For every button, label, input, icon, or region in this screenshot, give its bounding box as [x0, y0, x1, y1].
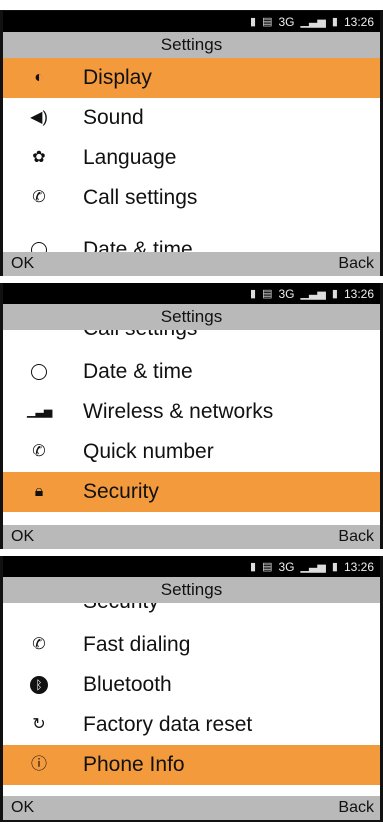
list-item-phone-info[interactable]: ⓘ Phone Info	[3, 745, 380, 785]
list-item-call-settings[interactable]: ✆ Call settings	[3, 178, 380, 218]
back-softkey[interactable]: Back	[338, 799, 374, 817]
list-item-quick-number[interactable]: ✆ Quick number	[3, 432, 380, 472]
lock-icon: 🔒︎	[34, 483, 44, 500]
softkey-bar: OK Back	[3, 796, 380, 820]
softkey-bar: OK Back	[3, 525, 380, 549]
settings-screen-1: ▮ ▤ 3G ▁▃▅ ▮ 13:26 Settings ◐ Display ◀)…	[0, 10, 383, 276]
list-item-partial: Call settings	[3, 330, 380, 352]
signal-strength-icon: ▁▃▅	[300, 16, 326, 28]
sim-icon: ▤	[262, 561, 273, 573]
list-item-label: Quick number	[83, 440, 214, 463]
notification-icon: ▮	[250, 16, 257, 28]
list-item-label: Sound	[83, 106, 144, 129]
battery-icon: ▮	[331, 16, 338, 28]
list-item-label: Phone Info	[83, 753, 185, 776]
notification-icon: ▮	[250, 561, 257, 573]
list-item-bluetooth[interactable]: ᛒ Bluetooth	[3, 665, 380, 705]
list-item-factory-reset[interactable]: ↻ Factory data reset	[3, 705, 380, 745]
phone-icon: ✆	[32, 636, 46, 653]
page-title: Settings	[3, 577, 380, 603]
back-softkey[interactable]: Back	[338, 255, 374, 273]
list-item-label: Display	[83, 66, 152, 89]
list-item-security[interactable]: 🔒︎ Security	[3, 472, 380, 512]
list-item-partial: Security	[3, 603, 380, 625]
network-type: 3G	[278, 14, 295, 29]
ok-softkey[interactable]: OK	[11, 255, 34, 273]
info-icon: ⓘ	[30, 756, 47, 773]
ok-softkey[interactable]: OK	[11, 528, 34, 546]
list-item-label: Security	[83, 480, 159, 503]
battery-icon: ▮	[331, 288, 338, 300]
list-item-label: Language	[83, 146, 177, 169]
list-item-date-time[interactable]: Date & time	[3, 352, 380, 392]
settings-list[interactable]: Call settings Date & time ▁▃▅ Wireless &…	[3, 330, 380, 549]
phone-icon: ✆	[32, 443, 46, 460]
list-item-display[interactable]: ◐ Display	[3, 58, 380, 98]
settings-screen-3: ▮ ▤ 3G ▁▃▅ ▮ 13:26 Settings Security ✆ F…	[0, 556, 383, 822]
phone-settings-screens: ▮ ▤ 3G ▁▃▅ ▮ 13:26 Settings ◐ Display ◀)…	[0, 0, 383, 832]
list-item-sound[interactable]: ◀) Sound	[3, 98, 380, 138]
ok-softkey[interactable]: OK	[11, 799, 34, 817]
signal-strength-icon: ▁▃▅	[300, 561, 326, 573]
list-item-fast-dialing[interactable]: ✆ Fast dialing	[3, 625, 380, 665]
signal-icon: ▁▃▅	[27, 406, 53, 418]
list-item-label: Factory data reset	[83, 713, 253, 736]
list-item-label: Call settings	[83, 186, 198, 209]
list-item-label: Fast dialing	[83, 633, 191, 656]
network-type: 3G	[278, 286, 295, 301]
settings-screen-2: ▮ ▤ 3G ▁▃▅ ▮ 13:26 Settings Call setting…	[0, 283, 383, 549]
list-item-label: Call settings	[83, 330, 197, 340]
softkey-bar: OK Back	[3, 252, 380, 276]
signal-strength-icon: ▁▃▅	[300, 288, 326, 300]
reset-icon: ↻	[32, 716, 46, 733]
page-title: Settings	[3, 304, 380, 330]
battery-icon: ▮	[331, 561, 338, 573]
network-type: 3G	[278, 559, 295, 574]
settings-list[interactable]: ◐ Display ◀) Sound ✿ Language ✆ Call set…	[3, 58, 380, 276]
clock: 13:26	[343, 14, 374, 29]
list-item-language[interactable]: ✿ Language	[3, 138, 380, 178]
clock: 13:26	[343, 286, 374, 301]
list-item-label: Security	[83, 603, 159, 613]
page-title: Settings	[3, 32, 380, 58]
list-item-wireless-networks[interactable]: ▁▃▅ Wireless & networks	[3, 392, 380, 432]
settings-list[interactable]: Security ✆ Fast dialing ᛒ Bluetooth ↻ Fa…	[3, 603, 380, 820]
phone-icon: ✆	[32, 189, 46, 206]
list-item-label: Bluetooth	[83, 673, 172, 696]
status-bar: ▮ ▤ 3G ▁▃▅ ▮ 13:26	[3, 556, 380, 577]
sim-icon: ▤	[262, 288, 273, 300]
sim-icon: ▤	[262, 16, 273, 28]
brightness-icon: ◐	[34, 69, 44, 86]
bluetooth-icon: ᛒ	[27, 665, 51, 705]
notification-icon: ▮	[250, 288, 257, 300]
clock-icon	[27, 352, 51, 392]
speaker-icon: ◀)	[30, 109, 48, 126]
list-item-label: Wireless & networks	[83, 400, 274, 423]
list-item-label: Date & time	[83, 360, 193, 383]
status-bar: ▮ ▤ 3G ▁▃▅ ▮ 13:26	[3, 283, 380, 304]
back-softkey[interactable]: Back	[338, 528, 374, 546]
language-icon: ✿	[32, 149, 46, 166]
status-bar: ▮ ▤ 3G ▁▃▅ ▮ 13:26	[3, 11, 380, 32]
clock: 13:26	[343, 559, 374, 574]
